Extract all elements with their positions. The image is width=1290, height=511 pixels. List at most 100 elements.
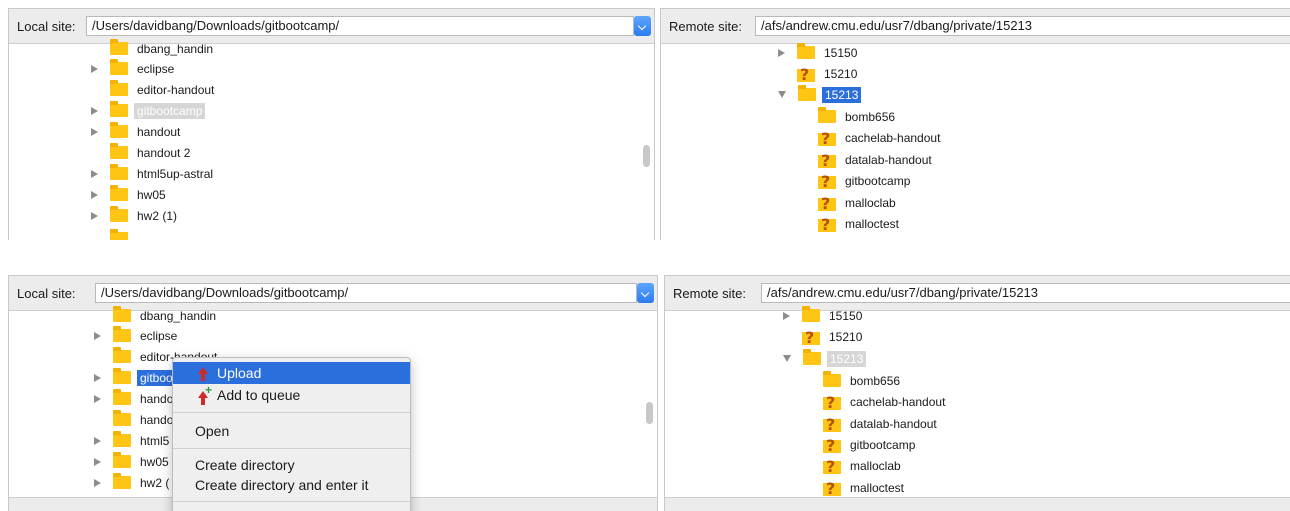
tree-row[interactable]: ? datalab-handout: [823, 413, 940, 434]
expand-arrow-icon[interactable]: [778, 48, 785, 57]
expand-arrow-icon[interactable]: [91, 211, 98, 220]
folder-icon: [798, 85, 816, 101]
tree-row[interactable]: hando: [94, 409, 176, 430]
unknown-folder-icon: ?: [823, 393, 841, 412]
expand-arrow-icon[interactable]: [94, 373, 101, 382]
upload-arrow-icon: [198, 367, 208, 374]
tree-row-selected[interactable]: gitboo: [94, 367, 176, 388]
menu-item-upload[interactable]: Upload: [173, 362, 410, 384]
tree-row[interactable]: ? 15210: [778, 63, 860, 84]
tree-row[interactable]: 15150: [783, 305, 865, 326]
folder-icon: [113, 431, 131, 447]
expand-arrow-icon[interactable]: [94, 331, 101, 340]
folder-icon: [803, 349, 821, 365]
expand-arrow-icon[interactable]: [91, 127, 98, 136]
folder-icon: [797, 43, 815, 59]
folder-icon: [110, 59, 128, 75]
unknown-folder-icon: ?: [823, 415, 841, 434]
tree-row[interactable]: ? cachelab-handout: [823, 391, 948, 412]
tree-row[interactable]: bomb656: [823, 370, 903, 391]
tree-row[interactable]: ? malloclab: [823, 455, 904, 476]
folder-icon: [110, 39, 128, 55]
expand-arrow-icon[interactable]: [91, 190, 98, 199]
tree-row[interactable]: eclipse: [91, 58, 177, 79]
tree-row[interactable]: html5: [94, 430, 172, 451]
folder-icon: [113, 326, 131, 342]
tree-row-selected[interactable]: 15213: [783, 348, 867, 369]
local-tree: dbang_handin eclipse editor-handout gitb…: [9, 39, 654, 240]
tree-row[interactable]: ? 15210: [783, 326, 865, 347]
expand-arrow-icon[interactable]: [91, 64, 98, 73]
folder-icon: [818, 107, 836, 123]
expand-arrow-icon[interactable]: [783, 311, 790, 320]
collapse-arrow-icon[interactable]: [778, 91, 786, 98]
local-site-dropdown-button[interactable]: [634, 16, 651, 36]
expand-arrow-icon[interactable]: [91, 106, 98, 115]
local-site-path-input[interactable]: /Users/davidbang/Downloads/gitbootcamp/: [95, 283, 637, 303]
folder-icon: [110, 143, 128, 159]
tree-row-selected[interactable]: gitbootcamp: [91, 100, 206, 121]
tree-row[interactable]: dbang_handin: [91, 38, 216, 59]
menu-item-open[interactable]: Open: [173, 420, 410, 442]
folder-icon: [110, 101, 128, 117]
folder-icon: [113, 306, 131, 322]
remote-site-label: Remote site:: [673, 286, 746, 301]
bottom-screenshot: Local site: /Users/davidbang/Downloads/g…: [0, 267, 1290, 511]
menu-item-create-directory-enter[interactable]: Create directory and enter it: [173, 474, 410, 496]
tree-row[interactable]: hw2 (: [94, 472, 172, 493]
tree-row[interactable]: bomb656: [818, 106, 898, 127]
tree-row[interactable]: hw2 (1): [91, 205, 180, 226]
tree-row[interactable]: html5up-astral: [91, 163, 216, 184]
remote-site-bar: Remote site: /afs/andrew.cmu.edu/usr7/db…: [665, 276, 1290, 311]
unknown-folder-icon: ?: [818, 194, 836, 213]
tree-row[interactable]: hw05: [94, 451, 172, 472]
unknown-folder-icon: ?: [823, 479, 841, 498]
tree-row[interactable]: hando: [94, 388, 176, 409]
tree-row-selected[interactable]: 15213: [778, 84, 862, 105]
tree-row[interactable]: handout: [91, 121, 183, 142]
folder-icon: [823, 371, 841, 387]
menu-item-create-directory[interactable]: Create directory: [173, 454, 410, 476]
tree-row[interactable]: handout 2: [91, 142, 193, 163]
local-site-path-input[interactable]: /Users/davidbang/Downloads/gitbootcamp/: [86, 16, 634, 36]
expand-arrow-icon[interactable]: [94, 457, 101, 466]
local-site-label: Local site:: [17, 286, 76, 301]
folder-icon: [113, 347, 131, 363]
folder-icon: [110, 164, 128, 180]
local-site-dropdown-button[interactable]: [637, 283, 654, 303]
tree-row[interactable]: editor-handout: [91, 79, 217, 100]
local-scrollbar-thumb[interactable]: [646, 402, 653, 424]
tree-row[interactable]: ? malloclab: [818, 192, 899, 213]
tree-row[interactable]: 15150: [778, 42, 860, 63]
unknown-folder-icon: ?: [802, 328, 820, 347]
collapse-arrow-icon[interactable]: [783, 355, 791, 362]
local-scrollbar-thumb[interactable]: [643, 145, 650, 167]
tree-row[interactable]: ? gitbootcamp: [823, 434, 918, 455]
tree-row[interactable]: ? datalab-handout: [818, 149, 935, 170]
expand-arrow-icon[interactable]: [94, 478, 101, 487]
remote-site-pane: Remote site: /afs/andrew.cmu.edu/usr7/db…: [660, 8, 1290, 240]
screenshot-gap: [0, 240, 1290, 267]
expand-arrow-icon[interactable]: [91, 169, 98, 178]
tree-row[interactable]: dbang_handin: [94, 305, 219, 326]
remote-site-path-input[interactable]: /afs/andrew.cmu.edu/usr7/dbang/private/1…: [761, 283, 1290, 303]
menu-item-add-to-queue[interactable]: + Add to queue: [173, 383, 410, 406]
tree-row[interactable]: hw05: [91, 184, 169, 205]
tree-row[interactable]: ? malloctest: [818, 213, 902, 234]
remote-site-bar: Remote site: /afs/andrew.cmu.edu/usr7/db…: [661, 9, 1290, 44]
top-screenshot: Local site: /Users/davidbang/Downloads/g…: [0, 0, 1290, 240]
tree-row[interactable]: eclipse: [94, 325, 180, 346]
expand-arrow-icon[interactable]: [94, 436, 101, 445]
unknown-folder-icon: ?: [818, 129, 836, 148]
folder-icon: [110, 80, 128, 96]
folder-icon: [113, 452, 131, 468]
tree-row[interactable]: ? malloctest: [823, 477, 907, 498]
folder-icon: [110, 229, 128, 240]
remote-site-path-input[interactable]: /afs/andrew.cmu.edu/usr7/dbang/private/1…: [755, 16, 1290, 36]
menu-separator: [173, 448, 410, 449]
expand-arrow-icon[interactable]: [94, 394, 101, 403]
unknown-folder-icon: ?: [818, 215, 836, 234]
tree-row[interactable]: ? cachelab-handout: [818, 127, 943, 148]
tree-row[interactable]: ? gitbootcamp: [818, 170, 913, 191]
folder-icon: [113, 368, 131, 384]
